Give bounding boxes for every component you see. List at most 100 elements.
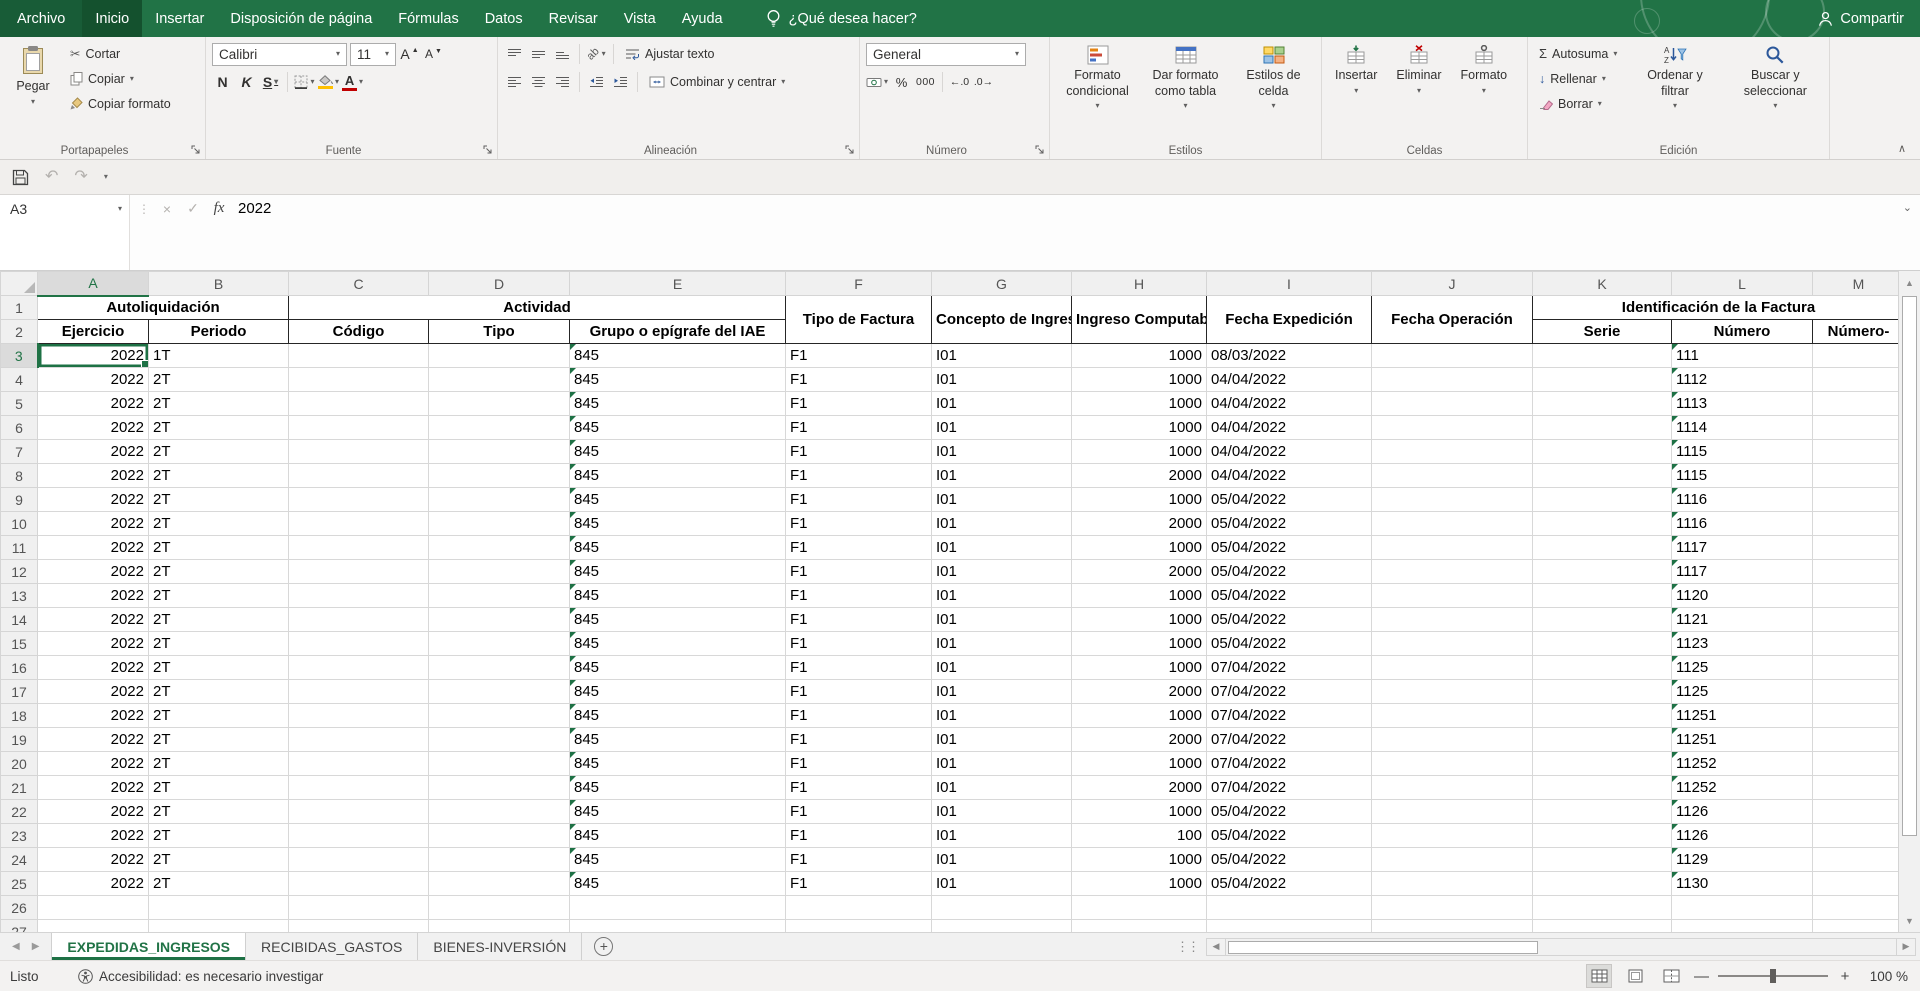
cell-D26[interactable] [429, 896, 570, 920]
cell-H13[interactable]: 1000 [1072, 584, 1207, 608]
column-header-k[interactable]: K [1533, 272, 1672, 296]
bold-button[interactable]: N [212, 71, 233, 93]
cell-I22[interactable]: 05/04/2022 [1207, 800, 1372, 824]
cell-C11[interactable] [289, 536, 429, 560]
cell-E8[interactable]: 845 [570, 464, 786, 488]
align-left-button[interactable] [504, 71, 525, 93]
percent-format-button[interactable]: % [891, 71, 912, 93]
cell-E24[interactable]: 845 [570, 848, 786, 872]
confirm-entry-button[interactable]: ✓ [181, 197, 205, 221]
row-header-15[interactable]: 15 [1, 632, 38, 656]
decrease-decimal-button[interactable]: .0→ [973, 71, 994, 93]
ribbon-tab-datos[interactable]: Datos [472, 0, 536, 37]
cell-G24[interactable]: I01 [932, 848, 1072, 872]
cell-H15[interactable]: 1000 [1072, 632, 1207, 656]
sheet-tab-expedidas-ingresos[interactable]: EXPEDIDAS_INGRESOS [51, 933, 246, 960]
ribbon-tab-insertar[interactable]: Insertar [142, 0, 217, 37]
cell-F23[interactable]: F1 [786, 824, 932, 848]
cell-M16[interactable] [1813, 656, 1899, 680]
cell-C15[interactable] [289, 632, 429, 656]
column-header-m[interactable]: M [1813, 272, 1899, 296]
cell-M25[interactable] [1813, 872, 1899, 896]
cell-H17[interactable]: 2000 [1072, 680, 1207, 704]
cell-G11[interactable]: I01 [932, 536, 1072, 560]
cell-J21[interactable] [1372, 776, 1533, 800]
cell-K13[interactable] [1533, 584, 1672, 608]
cell-J16[interactable] [1372, 656, 1533, 680]
cell-G22[interactable]: I01 [932, 800, 1072, 824]
cell-D24[interactable] [429, 848, 570, 872]
fill-button[interactable]: ↓ Rellenar ▾ [1534, 67, 1622, 90]
cell-I4[interactable]: 04/04/2022 [1207, 368, 1372, 392]
cell-L15[interactable]: 1123 [1672, 632, 1813, 656]
cell-F14[interactable]: F1 [786, 608, 932, 632]
cell-C6[interactable] [289, 416, 429, 440]
row-header-24[interactable]: 24 [1, 848, 38, 872]
cell-M4[interactable] [1813, 368, 1899, 392]
align-center-button[interactable] [528, 71, 549, 93]
fill-color-button[interactable]: ▾ [318, 71, 339, 93]
cell-E4[interactable]: 845 [570, 368, 786, 392]
cell-H7[interactable]: 1000 [1072, 440, 1207, 464]
cell-A27[interactable] [38, 920, 149, 933]
cell-K21[interactable] [1533, 776, 1672, 800]
cell-H6[interactable]: 1000 [1072, 416, 1207, 440]
cell-D17[interactable] [429, 680, 570, 704]
cell-M24[interactable] [1813, 848, 1899, 872]
tell-me-box[interactable]: ¿Qué desea hacer? [766, 0, 917, 37]
cell-M23[interactable] [1813, 824, 1899, 848]
align-bottom-button[interactable] [552, 43, 573, 65]
cell-J10[interactable] [1372, 512, 1533, 536]
cell-C19[interactable] [289, 728, 429, 752]
header-autoliquidacion[interactable]: Autoliquidación [38, 296, 289, 320]
cell-M11[interactable] [1813, 536, 1899, 560]
cell-J13[interactable] [1372, 584, 1533, 608]
cell-E3[interactable]: 845 [570, 344, 786, 368]
row-header-10[interactable]: 10 [1, 512, 38, 536]
row-header-9[interactable]: 9 [1, 488, 38, 512]
cell-H5[interactable]: 1000 [1072, 392, 1207, 416]
cell-L16[interactable]: 1125 [1672, 656, 1813, 680]
cell-F3[interactable]: F1 [786, 344, 932, 368]
cell-C20[interactable] [289, 752, 429, 776]
cell-J17[interactable] [1372, 680, 1533, 704]
cell-L11[interactable]: 1117 [1672, 536, 1813, 560]
cell-C8[interactable] [289, 464, 429, 488]
cell-L17[interactable]: 1125 [1672, 680, 1813, 704]
cell-I18[interactable]: 07/04/2022 [1207, 704, 1372, 728]
cell-A3[interactable]: 2022 [38, 344, 149, 368]
increase-font-button[interactable]: A▲ [399, 43, 420, 65]
cell-F5[interactable]: F1 [786, 392, 932, 416]
cell-C7[interactable] [289, 440, 429, 464]
cell-D11[interactable] [429, 536, 570, 560]
cell-M14[interactable] [1813, 608, 1899, 632]
cell-I19[interactable]: 07/04/2022 [1207, 728, 1372, 752]
cell-H10[interactable]: 2000 [1072, 512, 1207, 536]
column-header-a[interactable]: A [38, 272, 149, 296]
cell-B8[interactable]: 2T [149, 464, 289, 488]
header-numero[interactable]: Número [1672, 320, 1813, 344]
cell-B19[interactable]: 2T [149, 728, 289, 752]
cell-J24[interactable] [1372, 848, 1533, 872]
cell-H19[interactable]: 2000 [1072, 728, 1207, 752]
cell-L25[interactable]: 1130 [1672, 872, 1813, 896]
cell-B18[interactable]: 2T [149, 704, 289, 728]
header-concepto-de-ingreso[interactable]: Concepto de Ingreso [932, 296, 1072, 344]
horizontal-scroll-thumb[interactable] [1228, 941, 1538, 954]
cell-H21[interactable]: 2000 [1072, 776, 1207, 800]
cell-L20[interactable]: 11252 [1672, 752, 1813, 776]
cell-A9[interactable]: 2022 [38, 488, 149, 512]
header-identificacion-de-la-factura[interactable]: Identificación de la Factura [1533, 296, 1899, 320]
cell-B26[interactable] [149, 896, 289, 920]
cell-L23[interactable]: 1126 [1672, 824, 1813, 848]
cell-I26[interactable] [1207, 896, 1372, 920]
row-header-23[interactable]: 23 [1, 824, 38, 848]
cell-K18[interactable] [1533, 704, 1672, 728]
cell-M13[interactable] [1813, 584, 1899, 608]
cell-M3[interactable] [1813, 344, 1899, 368]
cell-H12[interactable]: 2000 [1072, 560, 1207, 584]
cell-H11[interactable]: 1000 [1072, 536, 1207, 560]
cell-A21[interactable]: 2022 [38, 776, 149, 800]
cell-D8[interactable] [429, 464, 570, 488]
cell-L10[interactable]: 1116 [1672, 512, 1813, 536]
